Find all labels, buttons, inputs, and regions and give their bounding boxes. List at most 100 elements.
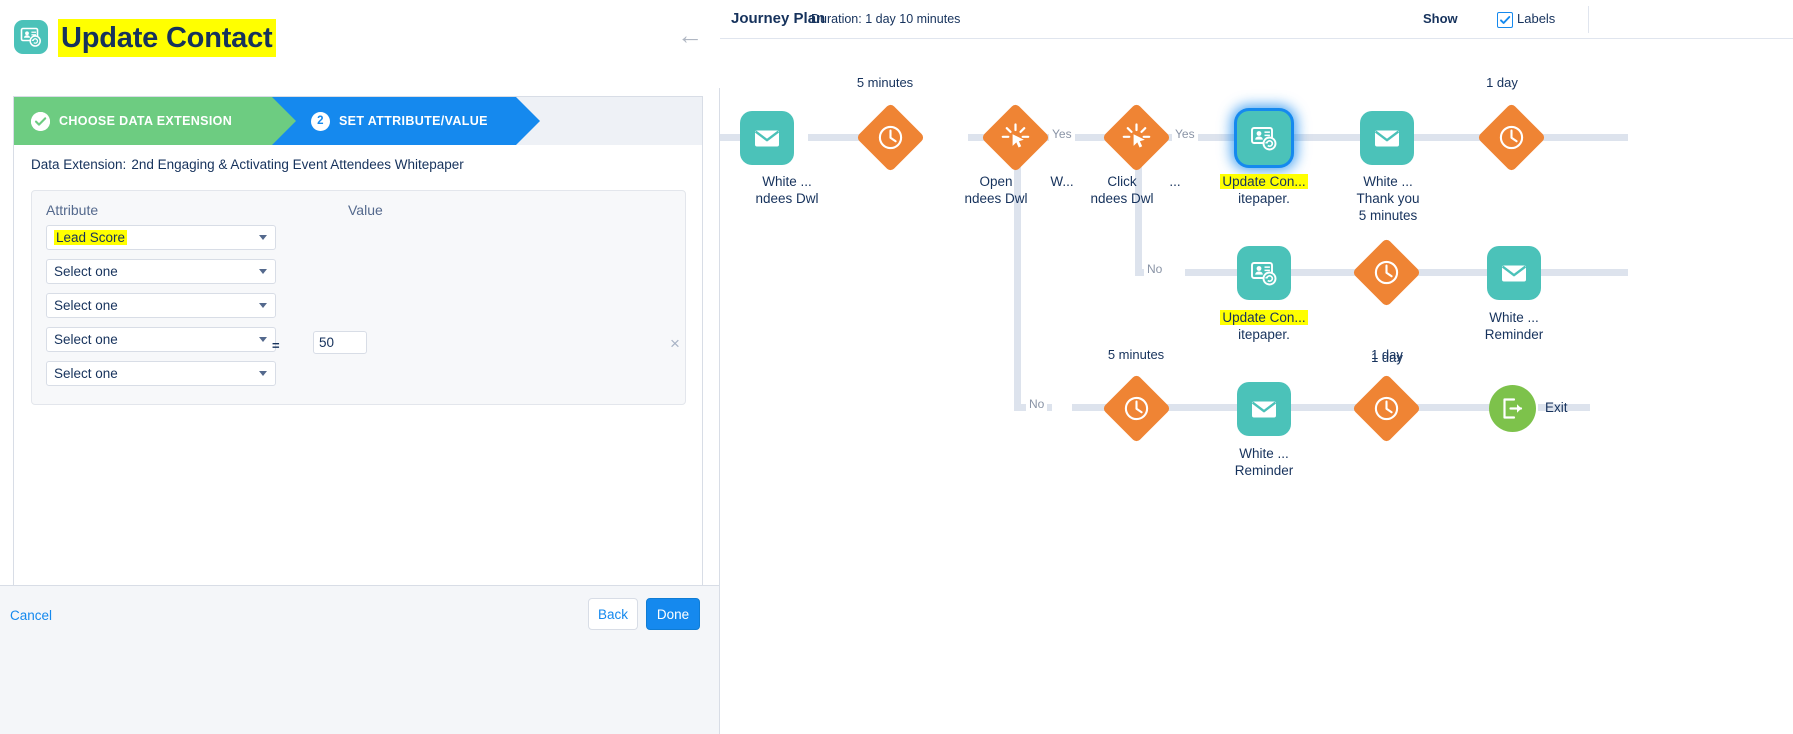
page-title: Update Contact bbox=[58, 19, 276, 57]
label-line-2: Reminder bbox=[1203, 462, 1325, 479]
value-column-header: Value bbox=[348, 202, 383, 218]
node-decision-open[interactable] bbox=[991, 113, 1040, 162]
attribute-row: Select one bbox=[46, 327, 276, 353]
label-line-2: ndees Dwl bbox=[1072, 190, 1172, 207]
step-label: SET ATTRIBUTE/VALUE bbox=[339, 114, 488, 128]
wizard-steps: CHOOSE DATA EXTENSION 2 SET ATTRIBUTE/VA… bbox=[14, 97, 702, 145]
update-contact-node-shape[interactable] bbox=[1237, 246, 1291, 300]
step-choose-data-extension[interactable]: CHOOSE DATA EXTENSION bbox=[14, 97, 272, 145]
edge-segment bbox=[1538, 134, 1628, 141]
attribute-select-0[interactable]: Lead Score bbox=[46, 225, 276, 250]
clock-icon bbox=[1373, 259, 1400, 286]
cancel-button[interactable]: Cancel bbox=[10, 608, 52, 623]
node-wait-1[interactable] bbox=[866, 113, 915, 162]
label-line-1-text: Update Con... bbox=[1220, 310, 1307, 325]
email-node-shape[interactable] bbox=[740, 111, 794, 165]
attribute-row: Select one bbox=[46, 361, 276, 387]
chevron-down-icon bbox=[259, 371, 267, 376]
update-contact-panel: Update Contact ← CHOOSE DATA EXTENSION 2… bbox=[0, 0, 720, 734]
clock-icon bbox=[1123, 395, 1150, 422]
clock-icon bbox=[877, 124, 904, 151]
node-label-update-contact-row2: Update Con... itepaper. bbox=[1203, 309, 1325, 343]
attribute-select-2[interactable]: Select one bbox=[46, 293, 276, 318]
journey-canvas[interactable]: Yes Yes No No 5 minutes bbox=[720, 39, 1793, 734]
node-email-reminder-row3[interactable] bbox=[1237, 382, 1291, 436]
wait-node-shape[interactable] bbox=[1352, 374, 1421, 443]
email-node-shape[interactable] bbox=[1487, 246, 1541, 300]
done-button[interactable]: Done bbox=[646, 598, 700, 630]
label-line-1: White ... bbox=[1453, 309, 1575, 326]
wait-node-shape[interactable] bbox=[1477, 103, 1546, 172]
label-line-2: ndees Dwl bbox=[720, 190, 862, 207]
decision-node-shape[interactable] bbox=[1102, 103, 1171, 172]
update-contact-icon bbox=[1249, 123, 1279, 153]
node-label-email-reminder-row2: White ... Reminder bbox=[1453, 309, 1575, 343]
node-label-exit: Exit bbox=[1545, 400, 1568, 415]
chevron-down-icon bbox=[259, 235, 267, 240]
node-wait-row3-5min[interactable] bbox=[1112, 384, 1161, 433]
wait-node-shape[interactable] bbox=[1352, 238, 1421, 307]
node-update-contact-selected[interactable] bbox=[1237, 111, 1291, 165]
wait-node-shape[interactable] bbox=[1102, 374, 1171, 443]
attribute-select-1[interactable]: Select one bbox=[46, 259, 276, 284]
label-line-2: itepaper. bbox=[1203, 190, 1325, 207]
header-divider bbox=[1588, 6, 1589, 33]
engagement-split-icon bbox=[1122, 123, 1151, 152]
label-line-1: Update Con... bbox=[1203, 309, 1325, 326]
back-arrow-icon[interactable]: ← bbox=[676, 22, 704, 48]
node-decision-click[interactable] bbox=[1112, 113, 1161, 162]
attribute-select-0-value: Lead Score bbox=[54, 230, 127, 245]
step-label: CHOOSE DATA EXTENSION bbox=[59, 114, 232, 128]
attribute-select-3[interactable]: Select one bbox=[46, 327, 276, 352]
decision-node-shape[interactable] bbox=[981, 103, 1050, 172]
node-update-contact-row2[interactable] bbox=[1237, 246, 1291, 300]
journey-plan-header: Journey Plan Duration: 1 day 10 minutes … bbox=[720, 0, 1793, 39]
labels-checkbox-label[interactable]: Labels bbox=[1517, 11, 1555, 26]
journey-plan-panel: Journey Plan Duration: 1 day 10 minutes … bbox=[720, 0, 1793, 734]
label-line-1: White ... bbox=[1327, 173, 1449, 190]
chevron-down-icon bbox=[259, 303, 267, 308]
edge-label-yes-1: Yes bbox=[1049, 127, 1075, 141]
envelope-icon bbox=[1249, 394, 1279, 424]
time-label-5-minutes: 5 minutes bbox=[830, 75, 940, 90]
exit-node-shape[interactable] bbox=[1489, 385, 1536, 432]
remove-row-button[interactable]: × bbox=[670, 337, 680, 351]
value-input[interactable] bbox=[313, 331, 367, 354]
wait-node-shape[interactable] bbox=[856, 103, 925, 172]
attribute-select-4-value: Select one bbox=[54, 366, 118, 381]
node-wait-1day-top[interactable] bbox=[1487, 113, 1536, 162]
edge-label-yes-2: Yes bbox=[1172, 127, 1198, 141]
label-line-3: 5 minutes bbox=[1327, 207, 1449, 224]
time-label-1-day-row3: 1 day bbox=[1332, 347, 1442, 362]
email-node-shape[interactable] bbox=[1360, 111, 1414, 165]
chevron-down-icon bbox=[259, 269, 267, 274]
labels-checkbox[interactable] bbox=[1497, 12, 1513, 28]
clock-icon bbox=[1498, 124, 1525, 151]
attribute-select-3-value: Select one bbox=[54, 332, 118, 347]
label-line-1: Open bbox=[946, 173, 1046, 190]
engagement-split-icon bbox=[1001, 123, 1030, 152]
node-exit[interactable] bbox=[1489, 385, 1536, 432]
time-label-5-minutes-row3: 5 minutes bbox=[1081, 347, 1191, 362]
attribute-select-4[interactable]: Select one bbox=[46, 361, 276, 386]
email-node-shape[interactable] bbox=[1237, 382, 1291, 436]
label-line-2: itepaper. bbox=[1203, 326, 1325, 343]
node-email-whitepaper-1[interactable] bbox=[740, 111, 794, 165]
step-set-attribute-value[interactable]: 2 SET ATTRIBUTE/VALUE bbox=[294, 97, 516, 145]
step-complete-check-icon bbox=[31, 112, 50, 131]
node-label-email-whitepaper-1: White ... ndees Dwl bbox=[720, 173, 862, 207]
step-chevron-icon bbox=[516, 97, 540, 145]
data-extension-line: Data Extension:2nd Engaging & Activating… bbox=[31, 157, 464, 172]
node-email-reminder-row2[interactable] bbox=[1487, 246, 1541, 300]
edge-segment bbox=[1538, 269, 1628, 276]
back-button[interactable]: Back bbox=[588, 598, 638, 630]
label-line-1: White ... bbox=[720, 173, 862, 190]
node-email-thankyou[interactable] bbox=[1360, 111, 1414, 165]
time-label-1-day: 1 day bbox=[1447, 75, 1557, 90]
attribute-row: Select one bbox=[46, 259, 276, 285]
update-contact-node-shape[interactable] bbox=[1237, 111, 1291, 165]
show-button[interactable]: Show bbox=[1423, 11, 1458, 26]
node-wait-row3-1day[interactable] bbox=[1362, 384, 1411, 433]
attribute-row: Select one bbox=[46, 293, 276, 319]
node-wait-row2[interactable] bbox=[1362, 248, 1411, 297]
